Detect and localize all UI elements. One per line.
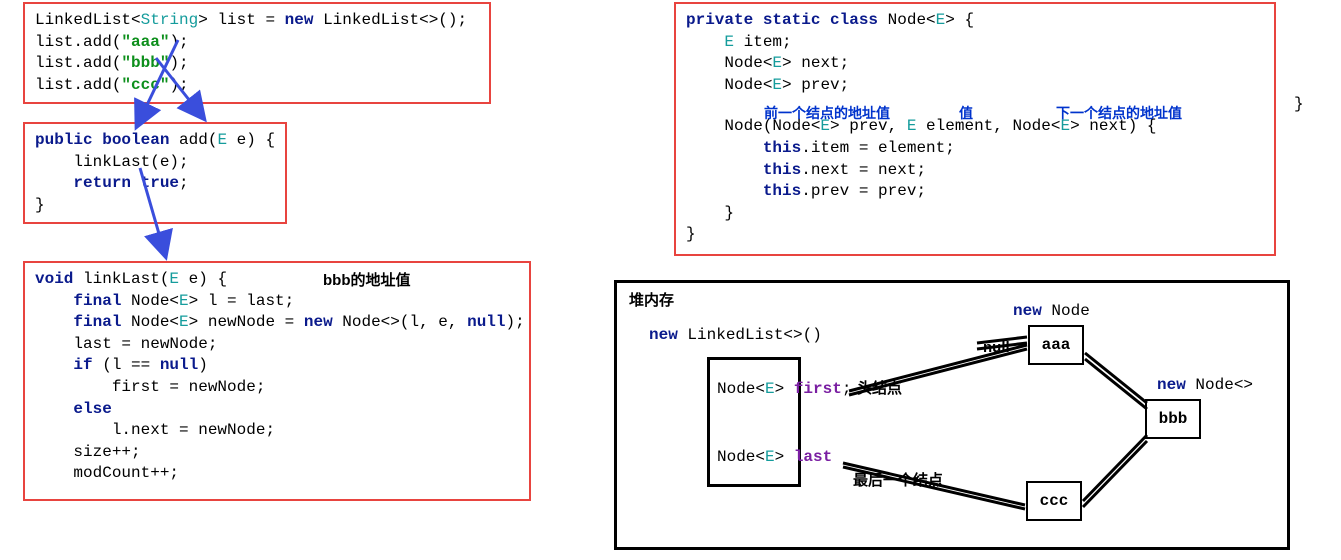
heap-title: 堆内存 [629,289,674,310]
code-line: modCount++; [35,463,519,485]
code-line: this.prev = prev; [686,181,1264,203]
code-box-linklast: bbb的地址值 void linkLast(E e) { final Node<… [23,261,531,501]
code-line: list.add("ccc"); [35,75,479,97]
code-line: } [686,224,1264,246]
code-line: else [35,399,519,421]
code-line: first = newNode; [35,377,519,399]
heap-new-node-2: new Node<> [1157,375,1253,397]
annotation-next: 下一个结点的地址值 [1056,103,1182,123]
code-line: l.next = newNode; [35,420,519,442]
heap-new-linkedlist: new LinkedList<>() [649,325,822,347]
code-line: } [686,203,1264,225]
code-line: private static class Node<E> { [686,10,1264,32]
code-line: final Node<E> newNode = new Node<>(l, e,… [35,312,519,334]
heap-node-bbb: bbb [1145,399,1201,439]
code-line: Node<E> next; [686,53,1264,75]
code-box-add: public boolean add(E e) { linkLast(e); r… [23,122,287,224]
code-line: last = newNode; [35,334,519,356]
code-box-node-class: private static class Node<E> { E item; N… [674,2,1276,256]
code-line: void linkLast(E e) { [35,269,519,291]
code-line: list.add("aaa"); [35,32,479,54]
code-line: final Node<E> l = last; [35,291,519,313]
code-line: } [35,195,275,217]
code-line: public boolean add(E e) { [35,130,275,152]
heap-node-ccc: ccc [1026,481,1082,521]
annotation-null: null [983,339,1010,356]
annotation-tail-node: 最后一个结点 [853,469,943,490]
code-line: list.add("bbb"); [35,53,479,75]
code-line: LinkedList<String> list = new LinkedList… [35,10,479,32]
code-line: if (l == null) [35,355,519,377]
heap-first-field: Node<E> first; [717,379,851,401]
heap-last-field: Node<E> last [717,447,832,469]
code-line: Node<E> prev; [686,75,1264,97]
annotation-bbb-address: bbb的地址值 [323,269,411,290]
code-line: this.next = next; [686,160,1264,182]
heap-memory-box: 堆内存 new LinkedList<>() Node<E> first; No… [614,280,1290,550]
annotation-head-node: 头结点 [857,377,902,398]
stray-brace: } [1294,95,1304,113]
code-line: size++; [35,442,519,464]
annotation-val: 值 [959,103,973,123]
code-line: linkLast(e); [35,152,275,174]
code-line: E item; [686,32,1264,54]
code-line: return true; [35,173,275,195]
heap-node-aaa: aaa [1028,325,1084,365]
heap-new-node-1: new Node [1013,301,1090,323]
code-box-main: LinkedList<String> list = new LinkedList… [23,2,491,104]
annotation-prev: 前一个结点的地址值 [764,103,890,123]
code-line: this.item = element; [686,138,1264,160]
